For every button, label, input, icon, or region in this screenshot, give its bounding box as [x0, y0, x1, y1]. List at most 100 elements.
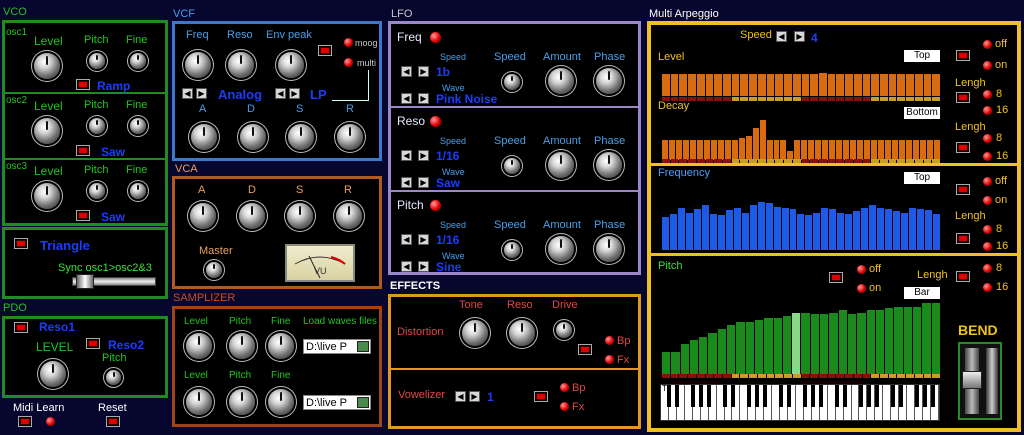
level-bar[interactable] [932, 73, 940, 96]
lfo-row-led[interactable] [430, 32, 441, 43]
pitch-bar[interactable] [922, 302, 931, 374]
level-lengh-switch[interactable] [956, 92, 970, 103]
piano-black-key[interactable] [674, 385, 680, 407]
frequency-bar[interactable] [885, 209, 893, 250]
frequency-bar[interactable] [853, 211, 861, 250]
decay-bar[interactable] [745, 135, 752, 160]
frequency-bar[interactable] [789, 209, 797, 250]
frequency-bar[interactable] [837, 212, 845, 250]
decay-bar[interactable] [801, 140, 808, 160]
osc2-level-knob[interactable] [34, 118, 60, 144]
frequency-on-led[interactable] [983, 196, 992, 205]
frequency-bar[interactable] [797, 214, 805, 250]
frequency-mode[interactable]: Top [904, 172, 940, 184]
frequency-bar[interactable] [901, 212, 909, 250]
decay-bar[interactable] [857, 140, 864, 160]
osc1-pitch-knob[interactable] [89, 53, 105, 69]
frequency-bar[interactable] [924, 210, 932, 250]
level-bar[interactable] [836, 73, 845, 96]
decay-bar[interactable] [905, 140, 912, 160]
bend-wheel[interactable] [958, 342, 1002, 420]
lfo-speed-next[interactable]: ▶ [418, 234, 429, 245]
pitch-8-led[interactable] [983, 264, 992, 273]
level-bar[interactable] [731, 73, 740, 96]
decay-bar[interactable] [794, 140, 801, 160]
level-on-led[interactable] [983, 61, 992, 70]
vcf-env-peak-knob[interactable] [278, 52, 304, 78]
frequency-bar[interactable] [821, 208, 829, 250]
osc3-level-knob[interactable] [34, 183, 60, 209]
decay-bar[interactable] [752, 128, 759, 160]
samp1-file-field[interactable]: D:\live P [303, 339, 371, 354]
pitch-bar[interactable] [903, 306, 913, 374]
lfo-wave-prev[interactable]: ◀ [401, 261, 412, 272]
piano-black-key[interactable] [930, 385, 936, 407]
sync-slider-handle[interactable] [76, 274, 94, 289]
lfo-speed-prev[interactable]: ◀ [401, 66, 412, 77]
decay-bar[interactable] [891, 140, 898, 160]
level-bar[interactable] [801, 73, 810, 96]
piano-black-key[interactable] [914, 385, 920, 407]
frequency-bar[interactable] [845, 214, 853, 250]
level-bar[interactable] [914, 73, 923, 96]
vca-d-knob[interactable] [239, 203, 265, 229]
level-bar[interactable] [670, 73, 679, 96]
pitch-bar[interactable] [857, 312, 866, 374]
frequency-16-led[interactable] [983, 242, 992, 251]
decay-bar[interactable] [815, 140, 822, 160]
osc1-level-knob[interactable] [34, 53, 60, 79]
lfo-speed-knob[interactable] [504, 158, 520, 174]
level-bar[interactable] [696, 73, 705, 96]
lfo-speed-knob[interactable] [504, 74, 520, 90]
decay-bar[interactable] [822, 140, 829, 160]
piano-black-key[interactable] [786, 385, 792, 407]
piano-black-key[interactable] [922, 385, 928, 407]
level-bar[interactable] [740, 73, 749, 96]
frequency-bar[interactable] [932, 214, 940, 250]
vowel-prev[interactable]: ◀ [455, 391, 466, 402]
decay-bar[interactable] [703, 140, 710, 160]
effects-reso-knob[interactable] [509, 320, 535, 346]
piano-black-key[interactable] [698, 385, 704, 407]
decay-bar[interactable] [773, 140, 780, 160]
pitch-bar[interactable] [680, 344, 689, 374]
level-bar[interactable] [757, 73, 766, 96]
vowel-fx-led[interactable] [560, 402, 569, 411]
folder-icon[interactable] [357, 397, 369, 408]
level-bar[interactable] [871, 73, 879, 96]
level-bar[interactable] [862, 73, 871, 96]
piano-black-key[interactable] [754, 385, 760, 407]
arp-speed-next[interactable]: ▶ [794, 31, 805, 42]
samp1-fine-knob[interactable] [268, 333, 294, 359]
level-bar[interactable] [705, 73, 714, 96]
pitch-bar[interactable] [810, 314, 820, 374]
frequency-8-led[interactable] [983, 225, 992, 234]
level-bar[interactable] [827, 73, 836, 96]
osc1-fine-knob[interactable] [130, 53, 146, 69]
reso2-switch[interactable] [86, 338, 100, 349]
decay-8-led[interactable] [983, 134, 992, 143]
level-bar[interactable] [845, 73, 853, 96]
level-bar[interactable] [714, 73, 723, 96]
level-bar[interactable] [662, 73, 670, 96]
osc3-fine-knob[interactable] [130, 183, 146, 199]
frequency-bar[interactable] [829, 209, 837, 250]
pitch-bars[interactable] [662, 299, 940, 374]
decay-bar[interactable] [919, 140, 926, 160]
pitch-bar[interactable] [754, 320, 764, 374]
osc1-wave-switch[interactable] [76, 79, 90, 90]
pdo-pitch-knob[interactable] [106, 370, 121, 385]
vcf-s-knob[interactable] [288, 124, 314, 150]
piano-black-key[interactable] [690, 385, 696, 407]
lfo-speed-knob[interactable] [504, 242, 520, 258]
lfo-amount-knob[interactable] [548, 152, 574, 178]
lfo-phase-knob[interactable] [596, 236, 622, 262]
lfo-amount-knob[interactable] [548, 236, 574, 262]
pitch-switch[interactable] [829, 272, 843, 283]
level-bar[interactable] [749, 73, 757, 96]
vcf-type-prev[interactable]: ◀ [182, 88, 193, 99]
lfo-wave-next[interactable]: ▶ [418, 261, 429, 272]
vowel-bp-led[interactable] [560, 383, 569, 392]
decay-bar[interactable] [864, 140, 871, 160]
decay-bar[interactable] [766, 140, 773, 160]
